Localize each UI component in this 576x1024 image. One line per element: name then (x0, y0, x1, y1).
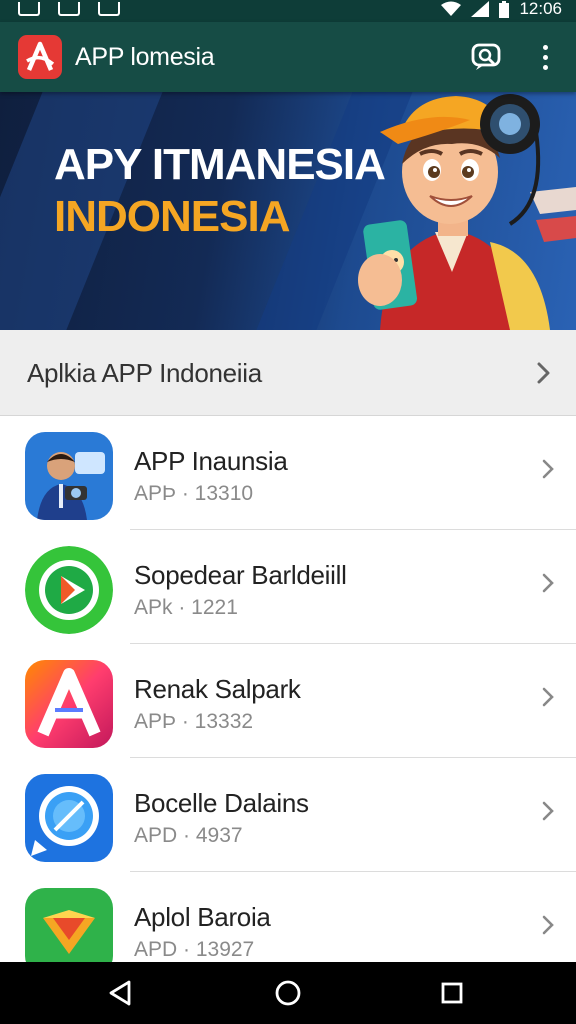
promo-banner[interactable]: APY ITMANESIA INDONESIA (0, 92, 576, 330)
status-time: 12:06 (519, 0, 562, 18)
app-name: Bocelle Dalains (134, 788, 309, 818)
person-camera-icon (25, 432, 113, 520)
chevron-right-icon (542, 573, 554, 593)
image-icon (18, 2, 40, 16)
app-meta: APÞ · 13310 (134, 482, 254, 505)
recents-icon[interactable] (412, 962, 492, 1024)
app-title: APP lomesia (75, 43, 215, 71)
back-icon[interactable] (80, 962, 160, 1024)
list-item[interactable]: APP Inaunsia APÞ · 13310 (0, 416, 576, 530)
app-name: APP Inaunsia (134, 446, 288, 476)
letter-a-icon (25, 660, 113, 748)
flash-icon (98, 2, 120, 16)
app-name: Aplol Baroia (134, 902, 271, 932)
app-meta: APÞ · 13332 (134, 710, 254, 733)
banner-title: APY ITMANESIA (54, 140, 386, 189)
chevron-right-icon (542, 459, 554, 479)
app-meta: APD · 4937 (134, 824, 243, 847)
app-list: APP Inaunsia APÞ · 13310 Sopedear Barlde… (0, 416, 576, 986)
play-icon (25, 546, 113, 634)
app-name: Sopedear Barldeiill (134, 560, 347, 590)
close-box-icon (58, 2, 80, 16)
mascot-illustration (358, 94, 576, 330)
wifi-icon (441, 1, 462, 16)
section-header-row[interactable]: Aplkia APP Indoneiia (0, 330, 576, 416)
app-bar: APP lomesia (0, 22, 576, 92)
section-title: Aplkia APP Indoneiia (27, 358, 262, 388)
compass-icon (25, 774, 113, 862)
app-name: Renak Salpark (134, 674, 301, 704)
search-chat-icon[interactable] (470, 42, 504, 72)
list-item[interactable]: Sopedear Barldeiill APk · 1221 (0, 530, 576, 644)
signal-icon (471, 1, 490, 17)
chevron-right-icon (542, 687, 554, 707)
list-item[interactable]: Renak Salpark APÞ · 13332 (0, 644, 576, 758)
app-meta: APk · 1221 (134, 596, 238, 619)
chevron-right-icon (537, 362, 550, 384)
battery-icon (499, 0, 510, 18)
app-meta: APD · 13927 (134, 938, 255, 961)
app-logo-a-icon (18, 35, 62, 79)
status-bar: 12:06 (0, 0, 576, 22)
banner-subtitle: INDONESIA (54, 192, 290, 241)
system-nav-bar (0, 962, 576, 1024)
chevron-right-icon (542, 801, 554, 821)
chevron-right-icon (542, 915, 554, 935)
more-vert-icon[interactable] (532, 39, 558, 75)
list-item[interactable]: Bocelle Dalains APD · 4937 (0, 758, 576, 872)
home-icon[interactable] (248, 962, 328, 1024)
